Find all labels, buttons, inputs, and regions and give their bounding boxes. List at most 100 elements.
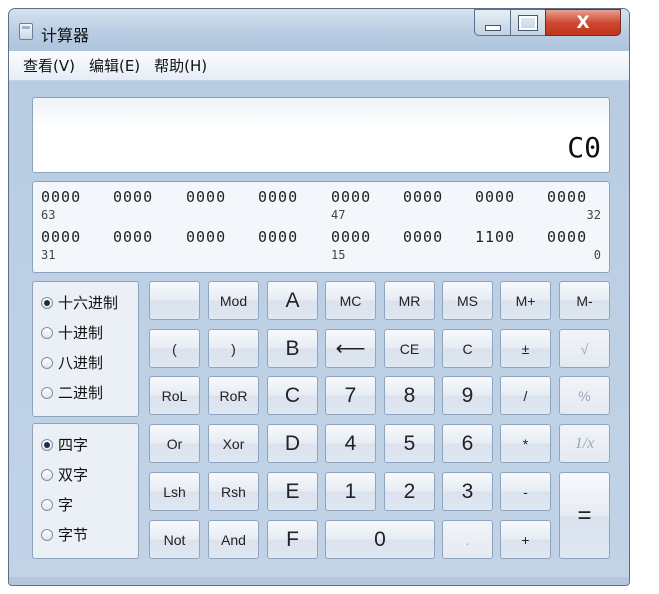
bit-group[interactable]: 1100 <box>475 228 515 246</box>
radix-group: 十六进制 十进制 八进制 二进制 <box>32 281 139 417</box>
digit-9-button[interactable]: 9 <box>442 376 493 415</box>
radio-hex[interactable]: 十六进制 <box>41 292 118 313</box>
bit-group[interactable]: 0000 <box>547 188 587 206</box>
digit-6-button[interactable]: 6 <box>442 424 493 463</box>
radio-icon <box>41 468 53 481</box>
bit-group[interactable]: 0000 <box>547 228 587 246</box>
and-button[interactable]: And <box>208 520 259 559</box>
minimize-button[interactable] <box>474 9 510 36</box>
bit-label-63: 63 <box>41 208 56 222</box>
maximize-icon <box>518 14 538 31</box>
radio-qword[interactable]: 四字 <box>41 434 88 455</box>
close-button[interactable]: X <box>545 9 621 36</box>
right-paren-button[interactable]: ) <box>208 329 259 368</box>
percent-button[interactable]: % <box>559 376 610 415</box>
not-button[interactable]: Not <box>149 520 200 559</box>
lsh-button[interactable]: Lsh <box>149 472 200 511</box>
radio-oct[interactable]: 八进制 <box>41 352 103 373</box>
hex-f-button[interactable]: F <box>267 520 318 559</box>
bit-group[interactable]: 0000 <box>403 188 443 206</box>
radio-dec[interactable]: 十进制 <box>41 322 103 343</box>
mod-button[interactable]: Mod <box>208 281 259 320</box>
digit-0-button[interactable]: 0 <box>325 520 435 559</box>
digit-1-button[interactable]: 1 <box>325 472 376 511</box>
sqrt-button[interactable]: √ <box>559 329 610 368</box>
mc-button[interactable]: MC <box>325 281 376 320</box>
digit-5-button[interactable]: 5 <box>384 424 435 463</box>
hex-d-button[interactable]: D <box>267 424 318 463</box>
bit-group[interactable]: 0000 <box>475 188 515 206</box>
radio-icon <box>41 528 53 541</box>
bit-group[interactable]: 0000 <box>41 188 81 206</box>
add-button[interactable]: + <box>500 520 551 559</box>
rsh-button[interactable]: Rsh <box>208 472 259 511</box>
backspace-button[interactable]: ⟵ <box>325 329 376 368</box>
menu-bar: 查看(V) 编辑(E) 帮助(H) <box>9 51 629 81</box>
ce-button[interactable]: CE <box>384 329 435 368</box>
bit-display: 0000 0000 0000 0000 0000 0000 0000 0000 … <box>32 181 610 273</box>
bit-label-0: 0 <box>593 248 601 262</box>
hex-c-button[interactable]: C <box>267 376 318 415</box>
bit-group[interactable]: 0000 <box>331 188 371 206</box>
title-bar[interactable]: 计算器 X <box>9 9 629 51</box>
multiply-button[interactable]: * <box>500 424 551 463</box>
result-display: C0 <box>32 97 610 173</box>
digit-7-button[interactable]: 7 <box>325 376 376 415</box>
minimize-icon <box>484 24 501 31</box>
calculator-window: 计算器 X 查看(V) 编辑(E) 帮助(H) C0 0000 0000 000… <box>8 8 630 586</box>
blank-button <box>149 281 200 320</box>
equals-button[interactable]: = <box>559 472 610 559</box>
digit-4-button[interactable]: 4 <box>325 424 376 463</box>
subtract-button[interactable]: - <box>500 472 551 511</box>
bit-label-15: 15 <box>331 248 346 262</box>
plus-minus-button[interactable]: ± <box>500 329 551 368</box>
bit-label-32: 32 <box>586 208 601 222</box>
clear-button[interactable]: C <box>442 329 493 368</box>
decimal-button[interactable]: . <box>442 520 493 559</box>
menu-help[interactable]: 帮助(H) <box>154 55 207 76</box>
calculator-app-icon <box>19 23 33 40</box>
ror-button[interactable]: RoR <box>208 376 259 415</box>
or-button[interactable]: Or <box>149 424 200 463</box>
word-size-group: 四字 双字 字 字节 <box>32 423 139 559</box>
radio-icon <box>41 356 53 369</box>
radio-dword[interactable]: 双字 <box>41 464 88 485</box>
menu-view[interactable]: 查看(V) <box>23 55 75 76</box>
radio-word[interactable]: 字 <box>41 494 73 515</box>
radio-icon <box>41 498 53 511</box>
hex-b-button[interactable]: B <box>267 329 318 368</box>
menu-edit[interactable]: 编辑(E) <box>89 55 140 76</box>
bit-group[interactable]: 0000 <box>186 228 226 246</box>
maximize-button[interactable] <box>510 9 545 36</box>
digit-8-button[interactable]: 8 <box>384 376 435 415</box>
window-bottom-edge <box>9 577 629 585</box>
rol-button[interactable]: RoL <box>149 376 200 415</box>
m-minus-button[interactable]: M- <box>559 281 610 320</box>
mr-button[interactable]: MR <box>384 281 435 320</box>
bit-label-47: 47 <box>331 208 346 222</box>
bit-group[interactable]: 0000 <box>403 228 443 246</box>
divide-button[interactable]: / <box>500 376 551 415</box>
radio-icon <box>41 326 53 339</box>
xor-button[interactable]: Xor <box>208 424 259 463</box>
hex-a-button[interactable]: A <box>267 281 318 320</box>
reciprocal-button[interactable]: 1/x <box>559 424 610 463</box>
m-plus-button[interactable]: M+ <box>500 281 551 320</box>
radio-selected-icon <box>41 296 53 309</box>
bit-group[interactable]: 0000 <box>186 188 226 206</box>
digit-3-button[interactable]: 3 <box>442 472 493 511</box>
radio-byte[interactable]: 字节 <box>41 524 88 545</box>
window-title: 计算器 <box>41 26 90 45</box>
bit-group[interactable]: 0000 <box>113 188 153 206</box>
left-paren-button[interactable]: ( <box>149 329 200 368</box>
bit-group[interactable]: 0000 <box>41 228 81 246</box>
bit-group[interactable]: 0000 <box>258 228 298 246</box>
radio-selected-icon <box>41 438 53 451</box>
ms-button[interactable]: MS <box>442 281 493 320</box>
bit-group[interactable]: 0000 <box>113 228 153 246</box>
bit-group[interactable]: 0000 <box>331 228 371 246</box>
radio-bin[interactable]: 二进制 <box>41 382 103 403</box>
digit-2-button[interactable]: 2 <box>384 472 435 511</box>
bit-group[interactable]: 0000 <box>258 188 298 206</box>
hex-e-button[interactable]: E <box>267 472 318 511</box>
